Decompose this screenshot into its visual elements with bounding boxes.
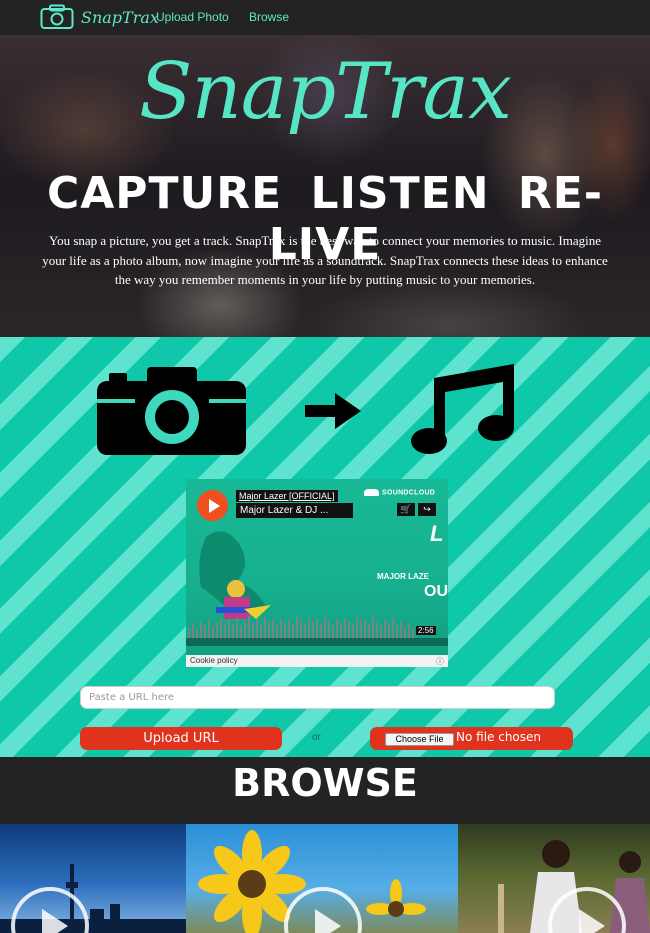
- artwork-artist-text: MAJOR LAZE: [377, 572, 429, 581]
- top-navbar: SnapTrax Upload Photo Browse: [0, 0, 650, 35]
- nav-browse-link[interactable]: Browse: [249, 10, 289, 24]
- soundcloud-brand[interactable]: SOUNDCLOUD: [364, 489, 435, 496]
- browse-gallery: [0, 824, 650, 933]
- share-icon[interactable]: ↪: [418, 503, 436, 516]
- soundcloud-brand-text: SOUNDCLOUD: [382, 489, 436, 497]
- waveform[interactable]: [186, 607, 448, 641]
- gallery-item-city[interactable]: [0, 824, 186, 933]
- play-button[interactable]: [197, 490, 228, 521]
- upload-section: Major Lazer [OFFICIAL] Major Lazer & DJ …: [0, 337, 650, 757]
- browse-title: BROWSE: [232, 761, 418, 805]
- camera-logo-icon: [40, 4, 74, 29]
- hero-banner: SnapTrax CAPTURE LISTEN RE-LIVE You snap…: [0, 35, 650, 337]
- arrow-right-icon: [305, 393, 361, 429]
- or-separator: or: [312, 732, 321, 743]
- browse-header: BROWSE: [0, 757, 650, 824]
- track-title[interactable]: Major Lazer & DJ ...: [236, 503, 353, 518]
- info-icon[interactable]: ⓘ: [436, 656, 444, 667]
- artwork-out-text: OU: [424, 583, 448, 600]
- cart-icon[interactable]: 🛒: [397, 503, 415, 516]
- gallery-item-children[interactable]: [458, 824, 650, 933]
- track-duration: 2:56: [416, 626, 436, 635]
- camera-icon: [97, 367, 246, 455]
- url-input[interactable]: [80, 686, 555, 709]
- hero-description: You snap a picture, you get a track. Sna…: [42, 233, 608, 287]
- music-note-icon: [411, 364, 514, 454]
- nav-logo[interactable]: SnapTrax: [40, 3, 159, 31]
- nav-brand-text: SnapTrax: [81, 7, 159, 27]
- cookie-policy-link[interactable]: Cookie policy: [190, 656, 238, 665]
- soundcloud-player[interactable]: Major Lazer [OFFICIAL] Major Lazer & DJ …: [186, 479, 448, 667]
- hero-logo: SnapTrax: [139, 47, 512, 137]
- track-user-link[interactable]: Major Lazer [OFFICIAL]: [236, 490, 338, 502]
- artwork-letter: L: [430, 521, 444, 546]
- comment-avatars-strip[interactable]: [186, 638, 448, 646]
- soundcloud-cloud-icon: [364, 489, 379, 496]
- upload-url-button[interactable]: Upload URL: [80, 727, 282, 750]
- nav-upload-photo-link[interactable]: Upload Photo: [156, 10, 229, 24]
- choose-file-button[interactable]: Choose File: [385, 733, 454, 746]
- player-footer: Cookie policy ⓘ: [186, 655, 448, 667]
- file-upload-field[interactable]: Choose File No file chosen: [370, 727, 573, 750]
- file-status-text: No file chosen: [456, 730, 542, 744]
- gallery-item-sunflower[interactable]: [186, 824, 458, 933]
